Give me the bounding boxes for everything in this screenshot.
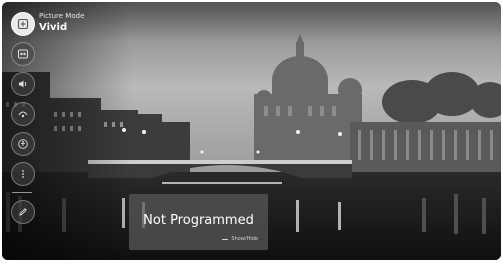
show-hide-label: Show/Hide: [231, 236, 258, 242]
more-options-button[interactable]: [11, 162, 35, 186]
picture-settings-button[interactable]: [11, 42, 35, 66]
picture-mode-value: Vivid: [39, 22, 68, 33]
edit-button[interactable]: [11, 200, 35, 224]
connection-button[interactable]: [11, 102, 35, 126]
show-hide-icon: [222, 238, 229, 240]
show-hide-hint[interactable]: Show/Hide: [222, 236, 258, 242]
top-shade: [2, 2, 501, 42]
picture-mode-icon: [17, 18, 29, 30]
accessibility-icon: [18, 139, 28, 149]
channel-info-panel: Not Programmed Show/Hide: [129, 194, 268, 250]
edit-icon: [19, 208, 27, 216]
picture-mode-button[interactable]: [11, 12, 35, 36]
menu-divider: [12, 192, 32, 193]
connection-icon: [18, 111, 28, 118]
picture-mode-label: Picture Mode: [39, 12, 85, 20]
accessibility-button[interactable]: [11, 132, 35, 156]
picture-settings-icon: [18, 49, 28, 59]
channel-status-title: Not Programmed: [143, 213, 254, 228]
sound-button[interactable]: [11, 72, 35, 96]
sound-icon: [19, 80, 27, 88]
more-options-icon: [22, 170, 24, 178]
tv-screen: Picture Mode Vivid Not Programmed Show/H…: [2, 2, 501, 260]
